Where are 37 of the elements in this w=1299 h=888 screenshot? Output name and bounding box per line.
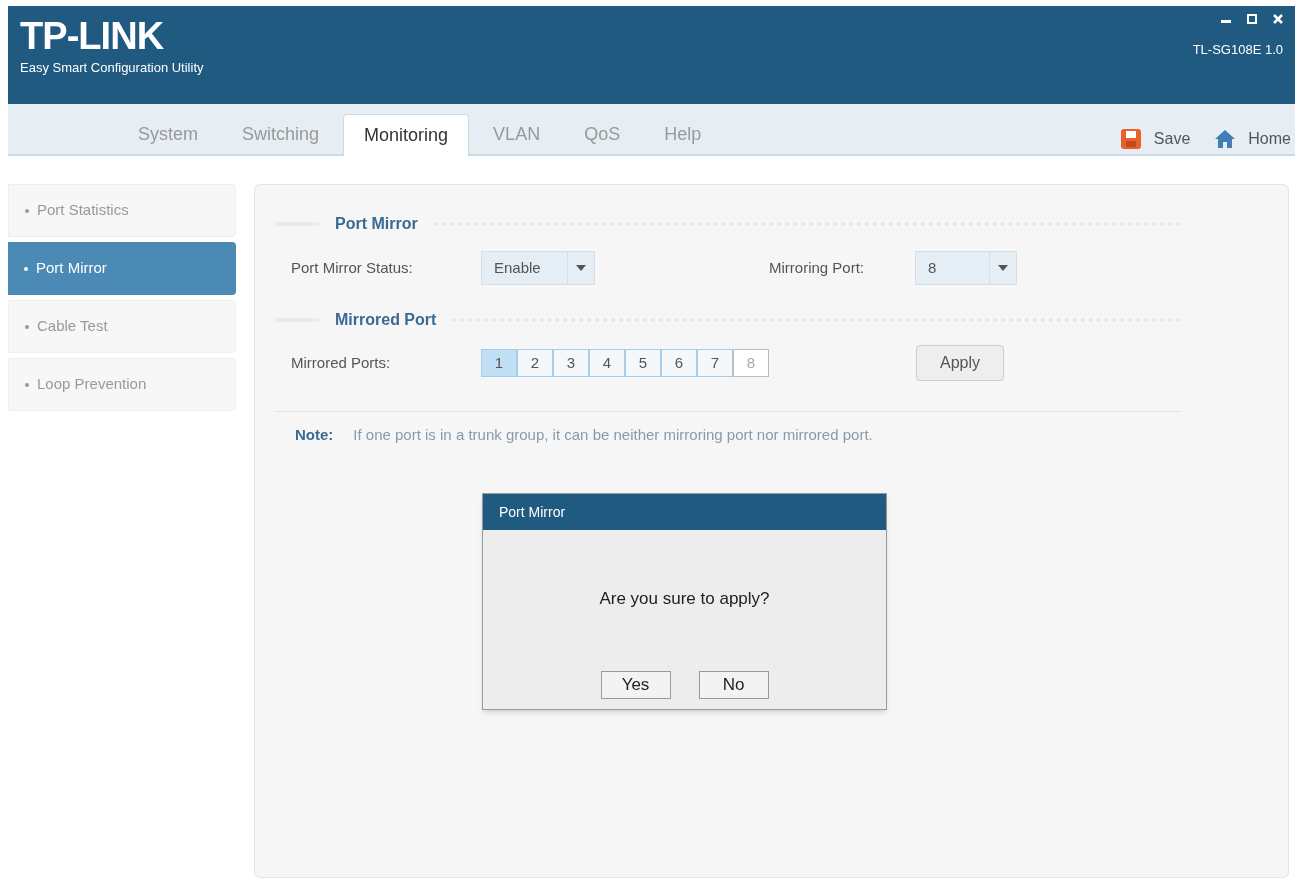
bullet-icon — [24, 266, 28, 271]
logo: TP-LINK — [20, 14, 165, 58]
dialog-title: Port Mirror — [499, 502, 566, 522]
dialog-button[interactable]: Yes — [600, 671, 671, 699]
note-label: Note: — [295, 425, 334, 445]
field-label: Port Mirror Status: — [290, 257, 414, 278]
close-icon[interactable] — [1273, 14, 1283, 24]
dropdown-arrow-icon — [576, 265, 586, 271]
note-text: If one port is in a trunk group, it can be neither mirroring port nor mirrored port. — [353, 425, 873, 445]
port-toggle[interactable]: 2 — [517, 349, 553, 377]
field-label: Mirroring Port: — [769, 257, 866, 278]
status-dropdown[interactable]: Enable — [481, 251, 595, 285]
bullet-icon — [25, 324, 29, 329]
port-toggle[interactable]: 3 — [553, 349, 589, 377]
apply-button[interactable]: Apply — [916, 345, 1004, 381]
dialog-message: Are you sure to apply? — [599, 588, 770, 610]
port-toggle[interactable]: 4 — [589, 349, 625, 377]
section-heading: Mirrored Port — [335, 310, 437, 330]
mirroring-port-dropdown[interactable]: 8 — [915, 251, 1017, 285]
bullet-icon — [25, 208, 29, 213]
port-toggle[interactable]: 6 — [661, 349, 697, 377]
dialog-button[interactable]: No — [698, 671, 769, 699]
field-label: Mirrored Ports: — [290, 352, 392, 373]
save-button[interactable]: Save — [1119, 127, 1191, 151]
port-toggle[interactable]: 5 — [625, 349, 661, 377]
maximize-icon[interactable] — [1247, 14, 1257, 24]
port-toggle[interactable]: 1 — [481, 349, 517, 377]
tab[interactable]: Monitoring — [343, 114, 470, 156]
house-icon — [1214, 128, 1237, 150]
sidebar-item[interactable]: Port Mirror — [8, 242, 236, 295]
bullet-icon — [25, 382, 29, 387]
port-toggle[interactable]: 7 — [697, 349, 733, 377]
dropdown-arrow-icon — [998, 265, 1008, 271]
section-heading: Port Mirror — [335, 214, 418, 234]
app-subtitle: Easy Smart Configuration Utility — [20, 59, 204, 77]
model-label: TL-SG108E 1.0 — [1192, 41, 1283, 59]
home-button[interactable]: Home — [1214, 127, 1291, 151]
